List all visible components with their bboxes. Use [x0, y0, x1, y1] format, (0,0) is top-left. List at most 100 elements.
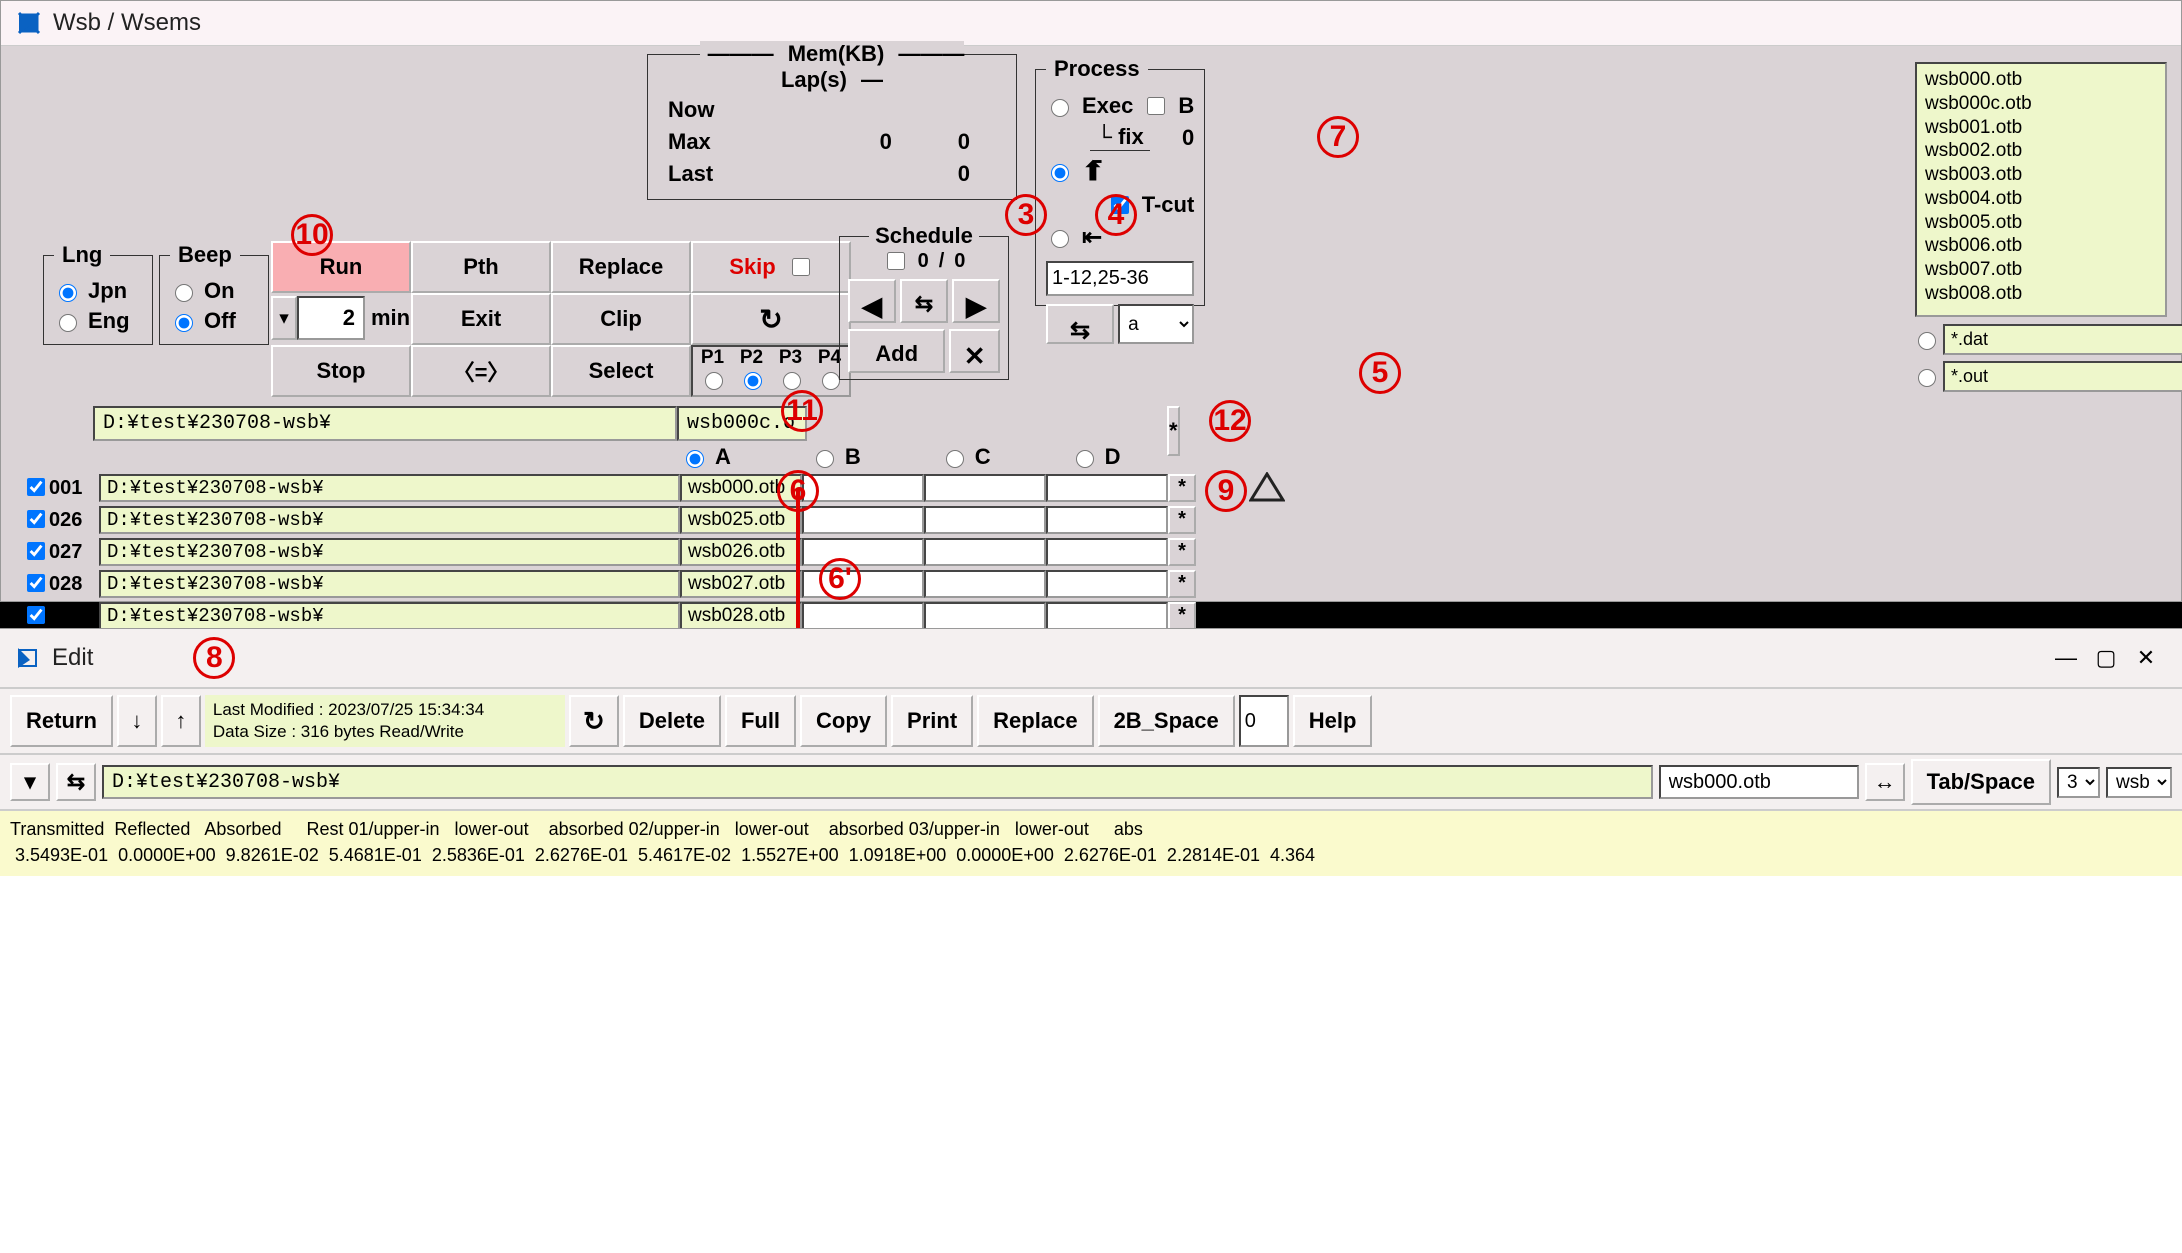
row-checkbox[interactable] [27, 606, 45, 624]
list-item[interactable]: wsb004.otb [1925, 187, 2157, 211]
row-col-c[interactable] [924, 506, 1046, 534]
stop-button[interactable]: Stop [271, 345, 411, 397]
row-checkbox[interactable] [27, 542, 45, 560]
row-checkbox[interactable] [27, 510, 45, 528]
list-item[interactable]: wsb006.otb [1925, 234, 2157, 258]
print-button[interactable]: Print [891, 695, 973, 747]
row-ast-button[interactable]: * [1168, 506, 1196, 534]
list-item[interactable]: wsb007.otb [1925, 258, 2157, 282]
row-col-d[interactable] [1046, 602, 1168, 630]
schedule-next-button[interactable]: ▶ [952, 279, 1000, 323]
space-count-field[interactable] [1239, 695, 1289, 747]
row-checkbox[interactable] [27, 574, 45, 592]
list-item[interactable]: wsb008.otb [1925, 282, 2157, 306]
col-d-radio[interactable]: D [1071, 444, 1121, 470]
close-button[interactable]: ✕ [2126, 638, 2166, 678]
row-path-field[interactable] [99, 538, 680, 566]
schedule-delete-button[interactable]: ✕ [949, 329, 1000, 373]
reload-button[interactable]: ↻ [691, 293, 851, 345]
min-dropdown-button[interactable]: ▾ [271, 296, 297, 340]
process-rewind-radio[interactable] [1051, 230, 1069, 248]
row-col-d[interactable] [1046, 506, 1168, 534]
row-ast-button[interactable]: * [1168, 538, 1196, 566]
row-ast-button[interactable]: * [1168, 570, 1196, 598]
exit-button[interactable]: Exit [411, 293, 551, 345]
row-file-field[interactable] [680, 538, 802, 566]
schedule-checkbox[interactable] [887, 252, 905, 270]
process-exec-radio[interactable] [1051, 99, 1069, 117]
list-item[interactable]: wsb005.otb [1925, 211, 2157, 235]
row-col-d[interactable] [1046, 474, 1168, 502]
col-c-radio[interactable]: C [941, 444, 991, 470]
edit-file-field[interactable] [1659, 765, 1859, 799]
path-swap-button[interactable]: ⇆ [56, 763, 96, 801]
minimize-button[interactable]: — [2046, 638, 2086, 678]
min-field[interactable] [297, 296, 365, 340]
process-top-radio[interactable] [1051, 164, 1069, 182]
pat-dat-radio[interactable] [1918, 332, 1936, 350]
copy-button[interactable]: Copy [800, 695, 887, 747]
row-col-c[interactable] [924, 570, 1046, 598]
beep-on[interactable]: On [170, 278, 258, 304]
p1-radio[interactable] [705, 372, 723, 390]
path-dir-field[interactable] [93, 406, 677, 441]
edit-reload-button[interactable]: ↻ [569, 695, 619, 747]
row-file-field[interactable] [680, 570, 802, 598]
down-arrow-button[interactable]: ↓ [117, 695, 157, 747]
row-path-field[interactable] [99, 602, 680, 630]
row-file-field[interactable] [680, 602, 802, 630]
skip-button[interactable]: Skip [691, 241, 851, 293]
space2b-button[interactable]: 2B_Space [1098, 695, 1235, 747]
tabspace-select[interactable]: 3 [2057, 767, 2100, 798]
skip-checkbox[interactable] [792, 258, 810, 276]
tabspace-button[interactable]: Tab/Space [1911, 759, 2051, 805]
maximize-button[interactable]: ▢ [2086, 638, 2126, 678]
path-menu-button[interactable]: ▾ [10, 763, 50, 801]
path-hswap-button[interactable]: ↔ [1865, 763, 1905, 801]
schedule-prev-button[interactable]: ◀ [848, 279, 896, 323]
row-path-field[interactable] [99, 570, 680, 598]
pat-out-radio[interactable] [1918, 369, 1936, 387]
col-b-radio[interactable]: B [811, 444, 861, 470]
row-col-c[interactable] [924, 602, 1046, 630]
schedule-add-button[interactable]: Add [848, 329, 945, 373]
row-path-field[interactable] [99, 474, 680, 502]
process-swap-button[interactable]: ⇆ [1046, 304, 1114, 344]
row-col-b[interactable] [802, 602, 924, 630]
pat-dat-field[interactable] [1943, 324, 2182, 355]
p3-radio[interactable] [783, 372, 801, 390]
p2-radio[interactable] [744, 372, 762, 390]
beep-off[interactable]: Off [170, 308, 258, 334]
wsb-select[interactable]: wsb [2106, 767, 2172, 798]
row-col-d[interactable] [1046, 538, 1168, 566]
lng-jpn[interactable]: Jpn [54, 278, 142, 304]
pat-out-field[interactable] [1943, 361, 2182, 392]
path-ast-button[interactable]: * [1167, 406, 1180, 456]
schedule-swap-button[interactable]: ⇆ [900, 279, 948, 323]
full-button[interactable]: Full [725, 695, 796, 747]
row-checkbox[interactable] [27, 478, 45, 496]
row-col-d[interactable] [1046, 570, 1168, 598]
list-item[interactable]: wsb003.otb [1925, 163, 2157, 187]
edit-path-field[interactable] [102, 765, 1653, 799]
col-a-radio[interactable]: A [681, 444, 731, 470]
edit-data-area[interactable]: Transmitted Reflected Absorbed Rest 01/u… [0, 811, 2182, 876]
list-item[interactable]: wsb001.otb [1925, 116, 2157, 140]
list-item[interactable]: wsb000c.otb [1925, 92, 2157, 116]
row-path-field[interactable] [99, 506, 680, 534]
pth-button[interactable]: Pth [411, 241, 551, 293]
process-b-checkbox[interactable] [1147, 97, 1165, 115]
lng-eng[interactable]: Eng [54, 308, 142, 334]
help-button[interactable]: Help [1293, 695, 1373, 747]
return-button[interactable]: Return [10, 695, 113, 747]
list-item[interactable]: wsb000.otb [1925, 68, 2157, 92]
list-item[interactable]: wsb002.otb [1925, 139, 2157, 163]
row-col-b[interactable] [802, 474, 924, 502]
p4-radio[interactable] [822, 372, 840, 390]
row-col-c[interactable] [924, 538, 1046, 566]
file-list[interactable]: wsb000.otb wsb000c.otb wsb001.otb wsb002… [1915, 62, 2167, 317]
select-button[interactable]: Select [551, 345, 691, 397]
edit-replace-button[interactable]: Replace [977, 695, 1093, 747]
delete-button[interactable]: Delete [623, 695, 721, 747]
process-range-field[interactable] [1046, 261, 1194, 296]
